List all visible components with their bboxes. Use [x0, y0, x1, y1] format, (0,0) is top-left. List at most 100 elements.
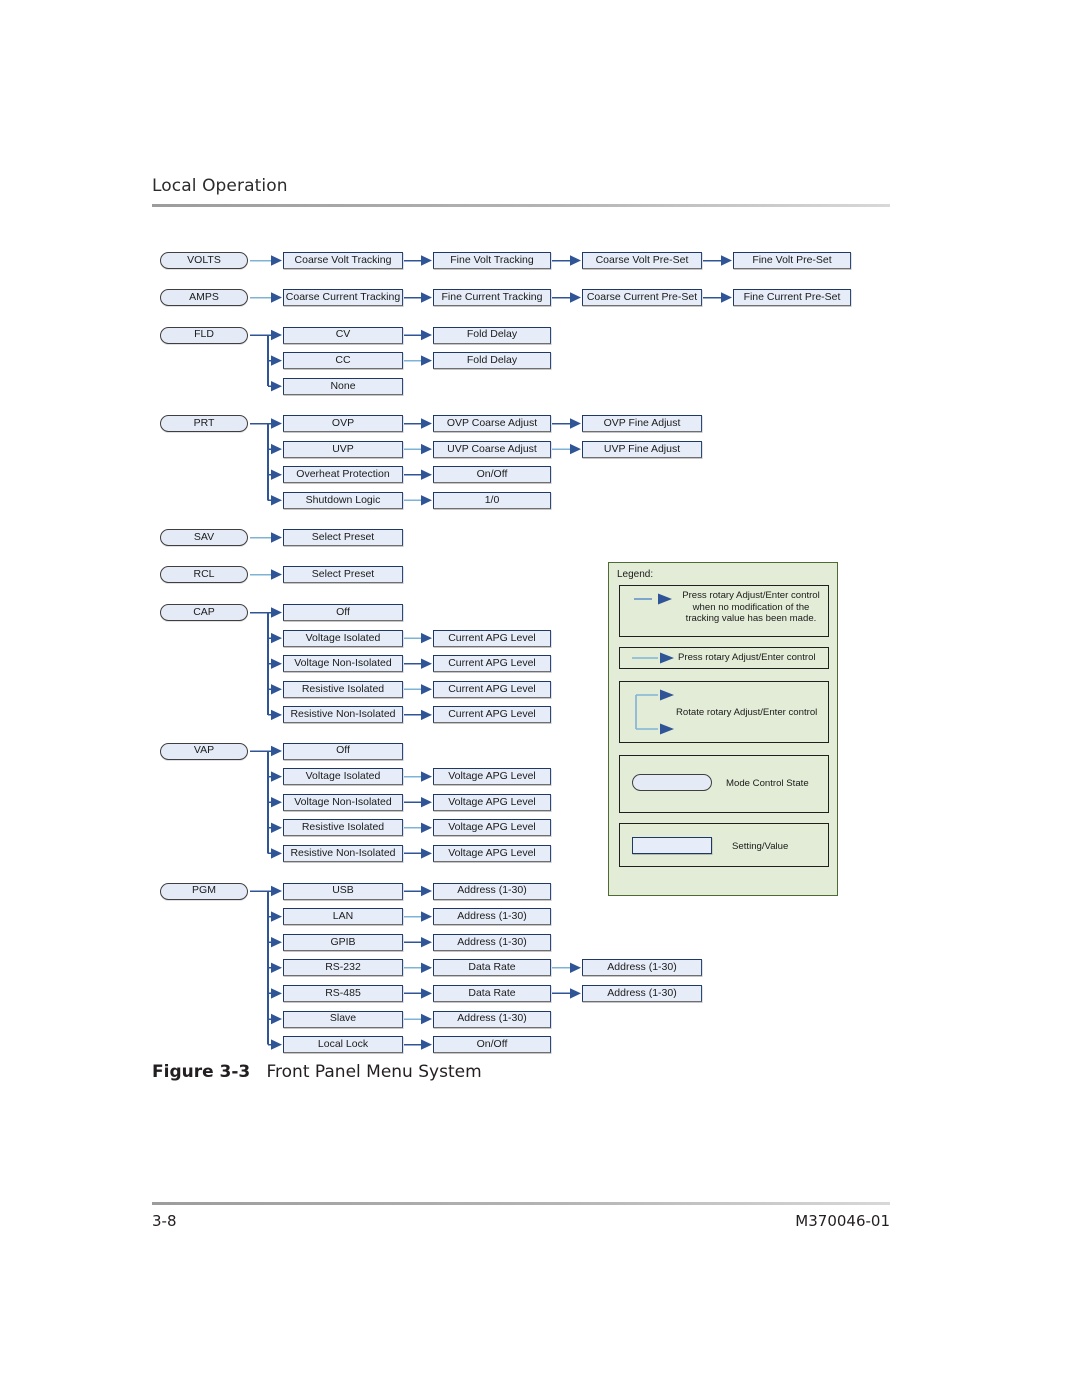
- mode-pill-sav-label: SAV: [193, 530, 215, 543]
- mode-pill-pgm[interactable]: PGM: [160, 882, 248, 900]
- menu-item-prt-1-0[interactable]: UVP: [283, 440, 403, 458]
- menu-item-fld-0-1[interactable]: Fold Delay: [433, 326, 551, 344]
- menu-item-pgm-0-0[interactable]: USB: [283, 882, 403, 900]
- menu-item-volts-0-0-label: Coarse Volt Tracking: [294, 253, 392, 266]
- menu-item-cap-1-1[interactable]: Current APG Level: [433, 629, 551, 647]
- menu-item-pgm-5-0-label: Slave: [329, 1012, 357, 1025]
- menu-item-prt-3-1[interactable]: 1/0: [433, 491, 551, 509]
- menu-item-vap-1-0[interactable]: Voltage Isolated: [283, 768, 403, 786]
- menu-item-prt-3-0[interactable]: Shutdown Logic: [283, 491, 403, 509]
- menu-item-vap-1-1[interactable]: Voltage APG Level: [433, 768, 551, 786]
- menu-item-amps-0-1-label: Fine Current Tracking: [441, 290, 543, 303]
- menu-item-cap-4-1[interactable]: Current APG Level: [433, 706, 551, 724]
- menu-item-pgm-2-1[interactable]: Address (1-30): [433, 933, 551, 951]
- document-id: M370046-01: [795, 1212, 890, 1230]
- menu-item-vap-1-1-label: Voltage APG Level: [448, 770, 536, 783]
- menu-item-fld-1-0[interactable]: CC: [283, 352, 403, 370]
- menu-item-rcl-0-0[interactable]: Select Preset: [283, 566, 403, 583]
- menu-item-prt-0-0[interactable]: OVP: [283, 415, 403, 432]
- menu-item-cap-2-1-label: Current APG Level: [448, 657, 536, 670]
- menu-item-pgm-5-0[interactable]: Slave: [283, 1010, 403, 1028]
- mode-pill-sav[interactable]: SAV: [160, 529, 248, 546]
- legend-entry-mode-control-state-text: Mode Control State: [726, 778, 809, 789]
- menu-item-vap-3-0[interactable]: Resistive Isolated: [283, 819, 403, 837]
- footer-rule: [152, 1202, 890, 1205]
- figure-title: Front Panel Menu System: [266, 1062, 482, 1082]
- menu-item-pgm-4-2[interactable]: Address (1-30): [582, 984, 702, 1002]
- menu-item-cap-3-0[interactable]: Resistive Isolated: [283, 680, 403, 698]
- menu-item-prt-1-2[interactable]: UVP Fine Adjust: [582, 440, 702, 458]
- menu-item-vap-3-1[interactable]: Voltage APG Level: [433, 819, 551, 837]
- menu-item-sav-0-0[interactable]: Select Preset: [283, 529, 403, 546]
- menu-item-volts-0-3[interactable]: Fine Volt Pre-Set: [733, 252, 851, 269]
- figure-number: Figure 3-3: [152, 1062, 251, 1082]
- legend-panel: Legend: Press rotary Adjust/Enter contro…: [608, 562, 838, 896]
- menu-item-vap-4-1[interactable]: Voltage APG Level: [433, 844, 551, 862]
- mode-pill-rcl-label: RCL: [193, 567, 215, 580]
- menu-item-cap-3-1[interactable]: Current APG Level: [433, 680, 551, 698]
- menu-item-cap-2-0[interactable]: Voltage Non-Isolated: [283, 655, 403, 673]
- menu-item-cap-0-0[interactable]: Off: [283, 604, 403, 621]
- menu-item-prt-0-1[interactable]: OVP Coarse Adjust: [433, 415, 551, 432]
- menu-item-vap-0-0-label: Off: [336, 744, 350, 757]
- menu-item-amps-0-1[interactable]: Fine Current Tracking: [433, 289, 551, 306]
- menu-item-pgm-6-1[interactable]: On/Off: [433, 1036, 551, 1054]
- menu-item-pgm-4-2-label: Address (1-30): [607, 986, 677, 999]
- menu-item-vap-3-0-label: Resistive Isolated: [301, 821, 385, 834]
- mode-pill-amps[interactable]: AMPS: [160, 289, 248, 306]
- menu-item-volts-0-1[interactable]: Fine Volt Tracking: [433, 252, 551, 269]
- menu-item-cap-4-0-label: Resistive Non-Isolated: [290, 708, 396, 721]
- mode-pill-prt[interactable]: PRT: [160, 415, 248, 432]
- menu-item-prt-2-1[interactable]: On/Off: [433, 466, 551, 484]
- menu-item-volts-0-0[interactable]: Coarse Volt Tracking: [283, 252, 403, 269]
- menu-item-pgm-3-0-label: RS-232: [325, 961, 361, 974]
- menu-item-prt-1-1[interactable]: UVP Coarse Adjust: [433, 440, 551, 458]
- menu-item-pgm-2-0[interactable]: GPIB: [283, 933, 403, 951]
- menu-item-pgm-4-0[interactable]: RS-485: [283, 984, 403, 1002]
- menu-item-pgm-1-0[interactable]: LAN: [283, 908, 403, 926]
- mode-pill-rcl[interactable]: RCL: [160, 566, 248, 583]
- menu-item-pgm-0-1[interactable]: Address (1-30): [433, 882, 551, 900]
- menu-item-vap-1-0-label: Voltage Isolated: [305, 770, 381, 783]
- mode-pill-vap[interactable]: VAP: [160, 742, 248, 760]
- menu-item-amps-0-2-label: Coarse Current Pre-Set: [586, 290, 698, 303]
- mode-pill-volts[interactable]: VOLTS: [160, 252, 248, 269]
- menu-item-amps-0-0[interactable]: Coarse Current Tracking: [283, 289, 403, 306]
- menu-item-pgm-5-1-label: Address (1-30): [457, 1012, 527, 1025]
- menu-item-pgm-6-0[interactable]: Local Lock: [283, 1036, 403, 1054]
- menu-item-amps-0-0-label: Coarse Current Tracking: [285, 290, 401, 303]
- menu-item-vap-4-0[interactable]: Resistive Non-Isolated: [283, 844, 403, 862]
- menu-item-fld-1-1[interactable]: Fold Delay: [433, 352, 551, 370]
- menu-item-pgm-5-1[interactable]: Address (1-30): [433, 1010, 551, 1028]
- menu-item-vap-0-0[interactable]: Off: [283, 742, 403, 760]
- menu-item-pgm-3-1[interactable]: Data Rate: [433, 959, 551, 977]
- menu-item-amps-0-3[interactable]: Fine Current Pre-Set: [733, 289, 851, 306]
- menu-item-amps-0-2[interactable]: Coarse Current Pre-Set: [582, 289, 702, 306]
- menu-item-fld-2-0[interactable]: None: [283, 377, 403, 395]
- menu-item-pgm-3-2[interactable]: Address (1-30): [582, 959, 702, 977]
- menu-item-cap-1-0[interactable]: Voltage Isolated: [283, 629, 403, 647]
- menu-item-cap-4-0[interactable]: Resistive Non-Isolated: [283, 706, 403, 724]
- legend-entry-press-no-mod-text: Press rotary Adjust/Enter control when n…: [682, 590, 820, 625]
- menu-item-pgm-4-1[interactable]: Data Rate: [433, 984, 551, 1002]
- menu-item-pgm-4-0-label: RS-485: [325, 986, 361, 999]
- menu-item-vap-2-0[interactable]: Voltage Non-Isolated: [283, 793, 403, 811]
- mode-pill-amps-label: AMPS: [189, 290, 219, 303]
- menu-item-fld-0-0[interactable]: CV: [283, 326, 403, 344]
- mode-pill-fld[interactable]: FLD: [160, 326, 248, 344]
- menu-item-prt-3-1-label: 1/0: [484, 493, 500, 506]
- mode-pill-volts-label: VOLTS: [187, 253, 221, 266]
- menu-item-vap-2-1[interactable]: Voltage APG Level: [433, 793, 551, 811]
- menu-item-volts-0-2[interactable]: Coarse Volt Pre-Set: [582, 252, 702, 269]
- menu-item-prt-0-2[interactable]: OVP Fine Adjust: [582, 415, 702, 432]
- menu-item-prt-2-0[interactable]: Overheat Protection: [283, 466, 403, 484]
- menu-item-pgm-1-1[interactable]: Address (1-30): [433, 908, 551, 926]
- menu-item-prt-3-0-label: Shutdown Logic: [305, 493, 381, 506]
- menu-item-cap-2-1[interactable]: Current APG Level: [433, 655, 551, 673]
- menu-item-pgm-3-0[interactable]: RS-232: [283, 959, 403, 977]
- mode-pill-fld-label: FLD: [194, 328, 214, 341]
- page-number: 3-8: [152, 1212, 177, 1230]
- menu-item-prt-2-0-label: Overheat Protection: [296, 468, 390, 481]
- menu-item-rcl-0-0-label: Select Preset: [311, 567, 375, 580]
- mode-pill-cap[interactable]: CAP: [160, 604, 248, 621]
